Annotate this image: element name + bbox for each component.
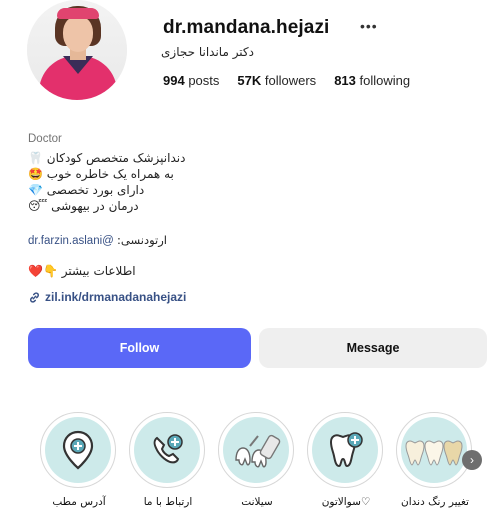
- profile-category: Doctor: [28, 133, 62, 145]
- bio-line: 😴 درمان در بیهوشی: [28, 199, 139, 213]
- profile-full-name: دکتر ماندانا حجازی: [161, 45, 254, 59]
- avatar-face: [63, 16, 93, 52]
- highlight-ring: [396, 412, 472, 488]
- highlight-item[interactable]: ارتباط با ما: [129, 412, 207, 508]
- highlight-label: ارتباط با ما: [143, 496, 193, 508]
- stat-following-label: following: [359, 73, 411, 88]
- more-info-text: اطلاعات بیشتر: [61, 264, 136, 278]
- highlight-label: سیلانت: [241, 496, 273, 508]
- highlight-item[interactable]: آدرس مطب: [40, 412, 118, 508]
- avatar-headband: [57, 8, 99, 19]
- highlight-cover: [134, 417, 200, 483]
- profile-link-text: zil.ink/drmanadanahejazi: [45, 290, 187, 304]
- link-icon: [30, 291, 39, 303]
- highlight-cover: [223, 417, 289, 483]
- profile-stats: 994 posts 57K followers 813 following: [163, 73, 410, 88]
- tooth-question-icon: [329, 432, 363, 468]
- star-struck-emoji-icon: 🤩: [28, 167, 43, 181]
- stat-posts-value: 994: [163, 73, 185, 88]
- highlight-ring: [307, 412, 383, 488]
- bio-line: 🤩 به همراه یک خاطره خوب: [28, 167, 174, 181]
- stat-posts-label: posts: [188, 73, 220, 88]
- highlight-cover: [312, 417, 378, 483]
- more-options-icon[interactable]: •••: [360, 18, 378, 34]
- stat-following[interactable]: 813 following: [334, 73, 410, 88]
- follow-button[interactable]: Follow: [28, 328, 251, 368]
- bio-line: 🦷 دندانپزشک متخصص کودکان: [28, 151, 185, 165]
- highlights-next-arrow-icon[interactable]: ›: [462, 450, 482, 470]
- highlight-label: سوالاتون♡: [321, 496, 371, 508]
- dental-tools-icon: [235, 434, 281, 468]
- profile-avatar[interactable]: [27, 0, 127, 100]
- highlight-item[interactable]: سوالاتون♡: [307, 412, 385, 508]
- tagged-account-link[interactable]: dr.farzin.aslani@: [28, 235, 114, 247]
- highlight-cover: [45, 417, 111, 483]
- story-highlights: آدرس مطب ارتباط با ما سیلانت سوالاتون♡ ت…: [0, 412, 500, 517]
- bio-orthodontics-line: dr.farzin.aslani@ ارتودنسی:: [28, 233, 167, 247]
- profile-link[interactable]: zil.ink/drmanadanahejazi: [28, 290, 186, 304]
- highlight-item[interactable]: سیلانت: [218, 412, 296, 508]
- bio-text: دارای بورد تخصصی: [46, 183, 145, 197]
- highlight-ring: [129, 412, 205, 488]
- highlight-ring: [218, 412, 294, 488]
- more-info-line: ❤️👇 اطلاعات بیشتر: [28, 264, 136, 278]
- highlight-label: آدرس مطب: [52, 496, 106, 508]
- location-pin-icon: [62, 430, 94, 470]
- sleeping-emoji-icon: 😴: [28, 199, 48, 213]
- message-button[interactable]: Message: [259, 328, 487, 368]
- bio-text: به همراه یک خاطره خوب: [46, 167, 174, 181]
- stat-followers-value: 57K: [237, 73, 262, 88]
- highlight-label: تغییر رنگ دندان: [401, 496, 469, 508]
- profile-username: dr.mandana.hejazi: [163, 17, 330, 38]
- tooth-emoji-icon: 🦷: [28, 151, 43, 165]
- highlight-cover: [401, 417, 467, 483]
- bio-text: درمان در بیهوشی: [51, 199, 139, 213]
- stat-posts[interactable]: 994 posts: [163, 73, 219, 88]
- stat-following-value: 813: [334, 73, 356, 88]
- gem-emoji-icon: 💎: [28, 183, 43, 197]
- stat-followers[interactable]: 57K followers: [237, 73, 316, 88]
- phone-icon: [153, 434, 183, 464]
- bio-text: دندانپزشک متخصص کودکان: [46, 151, 186, 165]
- bio-line: 💎 دارای بورد تخصصی: [28, 183, 144, 197]
- highlight-ring: [40, 412, 116, 488]
- teeth-shades-icon: [405, 440, 463, 466]
- pointing-heart-emoji-icon: ❤️👇: [28, 264, 58, 278]
- tag-label: ارتودنسی:: [117, 233, 167, 247]
- stat-followers-label: followers: [264, 73, 317, 88]
